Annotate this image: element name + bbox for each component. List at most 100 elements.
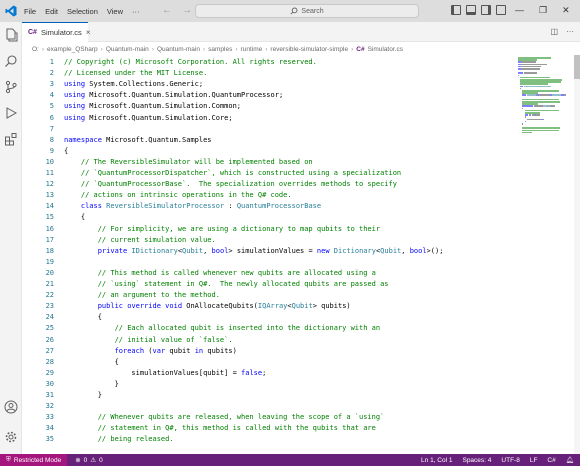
customize-layout-icon[interactable]: [496, 5, 506, 15]
code-line[interactable]: 12 // `QuantumProcessorBase`. The specia…: [22, 179, 516, 190]
code-line[interactable]: 18 private IDictionary<Qubit, bool> simu…: [22, 246, 516, 257]
code-line[interactable]: 35 // being released.: [22, 434, 516, 445]
code-line[interactable]: 9{: [22, 146, 516, 157]
close-window-icon[interactable]: ✕: [562, 3, 570, 17]
breadcrumb-item[interactable]: samples: [208, 46, 232, 53]
menu-selection[interactable]: Selection: [67, 7, 98, 16]
code-line[interactable]: 24 {: [22, 312, 516, 323]
breadcrumb-item[interactable]: example_QSharp: [47, 46, 98, 53]
error-count: 0: [83, 456, 88, 464]
problems-indicator[interactable]: ⊗ 0 ⚠ 0: [75, 456, 103, 465]
breadcrumb-item[interactable]: reversible-simulator-simple: [270, 46, 348, 53]
code-line[interactable]: 4 using Microsoft.Quantum.Simulation.Quan…: [22, 90, 516, 101]
restore-icon[interactable]: ❐: [539, 3, 547, 17]
code-text: {: [64, 312, 102, 323]
code-line[interactable]: 16 // For simplicity, we are using a dic…: [22, 224, 516, 235]
code-line[interactable]: 3 using System.Collections.Generic;: [22, 79, 516, 90]
code-line[interactable]: 31 }: [22, 390, 516, 401]
code-token: Microsoft.Quantum.Samples: [101, 135, 212, 144]
restricted-mode-indicator[interactable]: ⛨ Restricted Mode: [0, 454, 68, 466]
minimap[interactable]: [518, 55, 574, 155]
breadcrumb-item[interactable]: runtime: [241, 46, 263, 53]
cursor-position[interactable]: Ln 1, Col 1: [421, 457, 452, 464]
code-line[interactable]: 22 // an argument to the method.: [22, 290, 516, 301]
scrollbar-thumb[interactable]: [574, 55, 580, 79]
source-control-icon[interactable]: [4, 80, 18, 94]
code-line[interactable]: 23 public override void OnAllocateQubits…: [22, 301, 516, 312]
minimap-line: [538, 94, 550, 96]
code-line[interactable]: 7: [22, 124, 516, 135]
minimize-icon[interactable]: —: [515, 3, 524, 17]
code-line[interactable]: 33 // Whenever qubits are released, when…: [22, 412, 516, 423]
end-of-line[interactable]: LF: [530, 457, 538, 464]
code-line[interactable]: 2 // Licensed under the MIT License.: [22, 68, 516, 79]
run-debug-icon[interactable]: [4, 106, 18, 120]
language-mode[interactable]: C#: [547, 457, 555, 464]
split-editor-icon[interactable]: ◫: [550, 27, 558, 36]
breadcrumb-item[interactable]: Quantum-main: [106, 46, 149, 53]
encoding[interactable]: UTF-8: [501, 457, 519, 464]
code-line[interactable]: 10 // The ReversibleSimulator will be im…: [22, 157, 516, 168]
warning-count: 0: [99, 456, 103, 464]
indentation[interactable]: Spaces: 4: [462, 457, 491, 464]
toggle-primary-sidebar-icon[interactable]: [451, 5, 461, 15]
code-line[interactable]: 6 using Microsoft.Quantum.Simulation.Core…: [22, 113, 516, 124]
code-line[interactable]: 19: [22, 257, 516, 268]
code-token: private: [97, 246, 128, 255]
forward-arrow-icon[interactable]: →: [182, 5, 192, 16]
line-number: 19: [45, 257, 54, 266]
code-line[interactable]: 29 simulationValues[qubit] = false;: [22, 368, 516, 379]
more-actions-icon[interactable]: ···: [566, 27, 574, 36]
code-line[interactable]: 25 // Each allocated qubit is inserted i…: [22, 323, 516, 334]
code-line[interactable]: 8 namespace Microsoft.Quantum.Samples: [22, 135, 516, 146]
code-line[interactable]: 27 foreach (var qubit in qubits): [22, 346, 516, 357]
code-editor[interactable]: 1 // Copyright (c) Microsoft Corporation.…: [22, 55, 516, 454]
toggle-secondary-sidebar-icon[interactable]: [481, 5, 491, 15]
code-token: in: [194, 346, 204, 355]
back-arrow-icon[interactable]: ←: [162, 5, 172, 16]
extensions-icon[interactable]: [4, 132, 18, 146]
code-line[interactable]: 34 // statement in Q#, this method is ca…: [22, 423, 516, 434]
close-tab-icon[interactable]: ×: [86, 28, 91, 37]
code-token: Dictionary: [333, 246, 376, 255]
code-line[interactable]: 26 // initial value of `false`.: [22, 335, 516, 346]
code-line[interactable]: 17 // current simulation value.: [22, 235, 516, 246]
vertical-scrollbar[interactable]: [574, 55, 580, 454]
code-line[interactable]: 20 // This method is called whenever new…: [22, 268, 516, 279]
code-line[interactable]: 1 // Copyright (c) Microsoft Corporation.…: [22, 57, 516, 68]
code-line[interactable]: 30 }: [22, 379, 516, 390]
code-line[interactable]: 28 {: [22, 357, 516, 368]
code-line[interactable]: 11 // `QuantumProcessorDispatcher`, whic…: [22, 168, 516, 179]
breadcrumb-item[interactable]: Simulator.cs: [368, 46, 403, 53]
code-text: {: [64, 212, 85, 223]
menu-file[interactable]: File: [24, 7, 36, 16]
command-center-search[interactable]: Search: [195, 4, 419, 18]
code-line[interactable]: 15 {: [22, 212, 516, 223]
breadcrumb-item[interactable]: O:: [32, 46, 39, 53]
minimap-line: [524, 120, 526, 123]
accounts-icon[interactable]: [4, 400, 18, 414]
code-token: bool: [409, 246, 427, 255]
code-token: }: [64, 379, 119, 388]
menu-edit[interactable]: Edit: [45, 7, 58, 16]
code-text: }: [64, 390, 102, 401]
toggle-panel-icon[interactable]: [466, 5, 476, 15]
code-line[interactable]: 5 using Microsoft.Quantum.Simulation.Comm…: [22, 101, 516, 112]
manage-gear-icon[interactable]: [4, 430, 18, 444]
code-line[interactable]: 14 class ReversibleSimulatorProcessor : …: [22, 201, 516, 212]
menu-more[interactable]: ···: [132, 7, 140, 16]
code-line[interactable]: 32: [22, 401, 516, 412]
notifications-bell-icon[interactable]: 🔔︎: [566, 456, 574, 464]
code-token: namespace: [64, 135, 102, 144]
code-line[interactable]: 21 // `using` statement in Q#. The newly…: [22, 279, 516, 290]
tab-simulator-cs[interactable]: C# Simulator.cs ×: [22, 22, 91, 42]
breadcrumb-item[interactable]: Quantum-main: [157, 46, 200, 53]
code-line[interactable]: 13 // actions on intrinsic operations in…: [22, 190, 516, 201]
search-view-icon[interactable]: [4, 54, 18, 68]
explorer-icon[interactable]: [4, 28, 18, 42]
code-text: using System.Collections.Generic;: [64, 79, 203, 90]
code-token: Qubit: [182, 246, 204, 255]
status-bar: ⛨ Restricted Mode ⊗ 0 ⚠ 0 Ln 1, Col 1 Sp…: [0, 454, 580, 466]
menu-view[interactable]: View: [107, 7, 123, 16]
code-token: > simulationValues =: [228, 246, 317, 255]
